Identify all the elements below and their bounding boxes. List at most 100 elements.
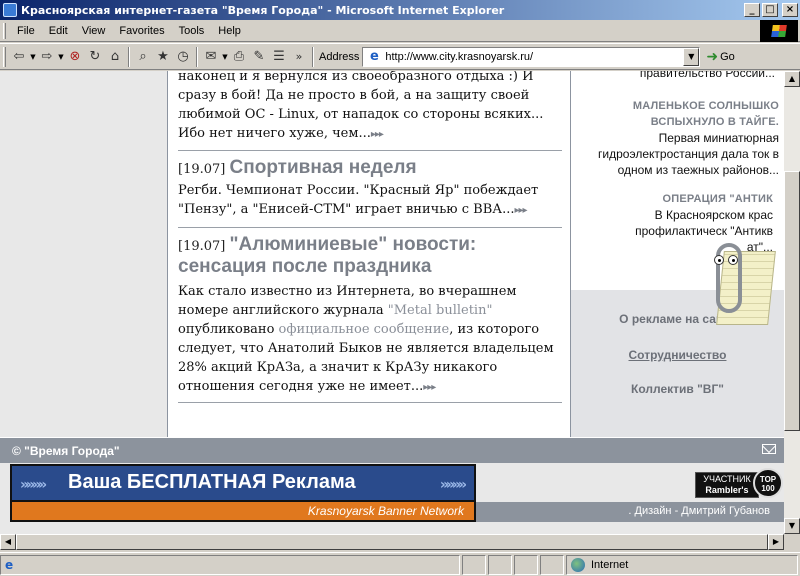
title-bar: Красноярская интернет-газета "Время Горо… [0, 0, 800, 20]
standard-toolbar: ⇦ ▼ ⇨ ▼ ⊗ ↻ ⌂ ⌕ ★ ◷ ✉ ▼ ⎙ ✎ ☰ » Address … [0, 43, 800, 70]
team-link[interactable]: Коллектив "ВГ" [571, 382, 784, 396]
back-dropdown-icon[interactable]: ▼ [29, 53, 37, 61]
menu-favorites[interactable]: Favorites [112, 25, 171, 37]
scroll-up-icon[interactable]: ▲ [784, 71, 800, 87]
footer-bar: © "Время Города" [0, 437, 784, 463]
vertical-scrollbar[interactable]: ▲ ▼ [784, 71, 800, 534]
print-icon[interactable]: ⎙ [229, 47, 249, 67]
menu-help[interactable]: Help [211, 25, 248, 37]
banner-main-text: Ваша БЕСПЛАТНАЯ Реклама [68, 471, 356, 493]
refresh-icon[interactable]: ↻ [85, 47, 105, 67]
side-news-title[interactable]: ОПЕРАЦИЯ "АНТИК [623, 191, 773, 207]
side-news-text: правительство России... [639, 71, 775, 80]
address-label: Address [319, 50, 360, 63]
toolbar-separator [128, 46, 130, 67]
internet-globe-icon [571, 557, 585, 572]
horizontal-scrollbar[interactable]: ◀ ▶ [0, 534, 784, 550]
scrollbar-corner [784, 534, 800, 550]
side-news-title[interactable]: МАЛЕНЬКОЕ СОЛНЫШКО ВСПЫХНУЛО В ТАЙГЕ. [579, 98, 779, 130]
menu-bar: File Edit View Favorites Tools Help [0, 20, 800, 42]
toolbar-separator [196, 46, 198, 67]
read-more-link[interactable]: ▸▸▸ [515, 205, 528, 216]
status-bar: e Internet [0, 552, 800, 576]
banner-top: »»»» Ваша БЕСПЛАТНАЯ Реклама »»»» [10, 464, 476, 502]
rambler-top100-badge[interactable]: УЧАСТНИК Rambler's TOP 100 [695, 468, 783, 502]
left-margin [0, 71, 167, 437]
news-date: [19.07] [178, 162, 226, 177]
menu-grip[interactable] [3, 22, 6, 39]
forward-dropdown-icon[interactable]: ▼ [57, 53, 65, 61]
toolbar-chevron[interactable]: » [289, 47, 309, 67]
news-date: [19.07] [178, 239, 226, 254]
toolbar-grip[interactable] [3, 46, 6, 67]
cooperation-link[interactable]: Сотрудничество [571, 348, 784, 362]
news-item: [19.07] Спортивная неделя Регби. Чемпион… [178, 157, 562, 220]
mail-icon[interactable]: ✉ [201, 47, 221, 67]
news-text: Регби. Чемпионат России. "Красный Яр" по… [178, 183, 539, 217]
news-divider [178, 402, 562, 403]
news-headline[interactable]: Спортивная неделя [230, 157, 417, 178]
news-divider [178, 150, 562, 151]
toolbar-separator [312, 46, 314, 67]
scroll-left-icon[interactable]: ◀ [0, 534, 16, 550]
discuss-icon[interactable]: ☰ [269, 47, 289, 67]
ie-app-icon [3, 3, 17, 17]
status-cell [462, 554, 486, 575]
address-dropdown-icon[interactable]: ▼ [683, 47, 700, 66]
vertical-scroll-thumb[interactable] [784, 171, 800, 431]
assistant-eye [714, 255, 724, 265]
edit-icon[interactable]: ✎ [249, 47, 269, 67]
side-news-item: правительство России... [575, 71, 775, 81]
menu-edit[interactable]: Edit [42, 25, 75, 37]
copyright-text: © "Время Города" [12, 443, 120, 458]
go-button[interactable]: ➜ Go [706, 48, 734, 65]
menu-view[interactable]: View [75, 25, 113, 37]
window-title: Красноярская интернет-газета "Время Горо… [21, 3, 505, 17]
news-item: наконец и я вернулся из своеобразного от… [178, 71, 562, 144]
news-text: опубликовано [178, 322, 279, 337]
horizontal-scroll-thumb[interactable] [16, 534, 768, 550]
news-text: наконец и я вернулся из своеобразного от… [178, 71, 544, 141]
status-cell [514, 554, 538, 575]
menu-tools[interactable]: Tools [172, 25, 212, 37]
ie-page-icon: e [369, 48, 379, 64]
rambler-line2: Rambler's [705, 485, 749, 495]
close-button[interactable]: × [782, 3, 798, 17]
mail-dropdown-icon[interactable]: ▼ [221, 53, 229, 61]
paperclip-icon [716, 243, 742, 313]
home-icon[interactable]: ⌂ [105, 47, 125, 67]
banner-network-text: Krasnoyarsk Banner Network [10, 502, 476, 522]
envelope-icon[interactable] [762, 444, 776, 454]
scroll-right-icon[interactable]: ▶ [768, 534, 784, 550]
security-zone-text: Internet [591, 558, 629, 571]
metal-bulletin-link[interactable]: "Metal bulletin" [388, 303, 493, 318]
status-cell [540, 554, 564, 575]
go-arrow-icon: ➜ [706, 48, 719, 64]
banner-ad[interactable]: »»»» Ваша БЕСПЛАТНАЯ Реклама »»»» Krasno… [10, 464, 476, 522]
go-label: Go [720, 50, 735, 63]
read-more-link[interactable]: ▸▸▸ [371, 129, 384, 140]
history-icon[interactable]: ◷ [173, 47, 193, 67]
office-assistant-paperclip-icon[interactable] [712, 243, 776, 327]
banner-chevrons-left: »»»» [20, 477, 47, 493]
favorites-icon[interactable]: ★ [153, 47, 173, 67]
official-message-link[interactable]: официальное сообщение [279, 322, 450, 337]
forward-icon[interactable]: ⇨ [37, 47, 57, 67]
search-icon[interactable]: ⌕ [133, 47, 153, 67]
address-input[interactable]: http://www.city.krasnoyarsk.ru/ [385, 51, 683, 63]
maximize-button[interactable]: □ [762, 3, 778, 17]
windows-logo-icon [760, 20, 798, 42]
stop-icon[interactable]: ⊗ [65, 47, 85, 67]
minimize-button[interactable]: _ [744, 3, 760, 17]
read-more-link[interactable]: ▸▸▸ [423, 382, 436, 393]
design-credit: . Дизайн - Дмитрий Губанов [628, 505, 770, 517]
rambler-line1: УЧАСТНИК [703, 474, 751, 484]
back-icon[interactable]: ⇦ [9, 47, 29, 67]
ie-status-icon: e [5, 557, 14, 572]
rambler-circle: TOP 100 [753, 468, 783, 498]
address-bar[interactable]: e http://www.city.krasnoyarsk.ru/ ▼ [362, 46, 701, 67]
page-viewport: наконец и я вернулся из своеобразного от… [0, 71, 784, 534]
status-cell [488, 554, 512, 575]
scroll-down-icon[interactable]: ▼ [784, 518, 800, 534]
menu-file[interactable]: File [10, 25, 42, 37]
